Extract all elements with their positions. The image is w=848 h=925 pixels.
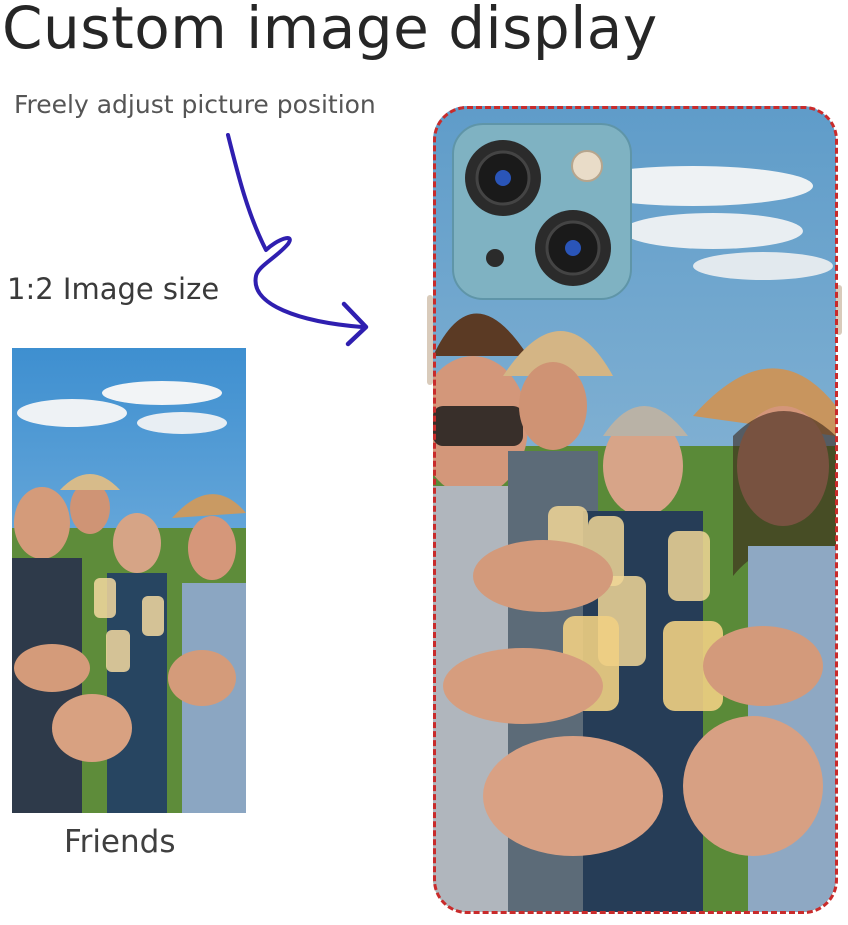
friends-photo [12, 348, 246, 813]
camera-module-icon [452, 123, 632, 300]
phone-side-button-right [836, 285, 842, 335]
friends-photo-thumbnail [12, 348, 246, 813]
phone-case-photo [433, 106, 836, 912]
thumbnail-caption: Friends [64, 824, 176, 860]
phone-case-preview [433, 106, 836, 912]
